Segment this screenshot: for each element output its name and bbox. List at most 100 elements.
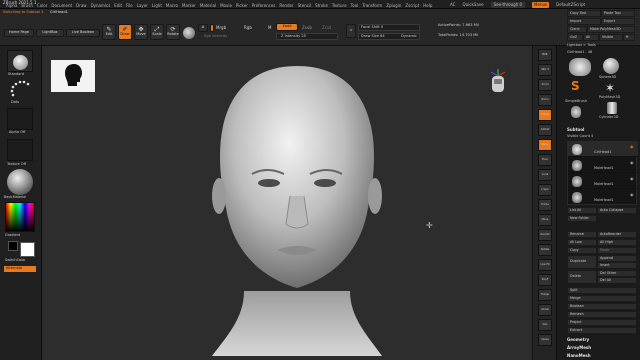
- menu-item-help[interactable]: Help: [423, 4, 432, 8]
- switch-color-button[interactable]: SwitchColor: [5, 258, 26, 263]
- shelf-button-polyf[interactable]: PolyF: [538, 274, 552, 286]
- menu-item-material[interactable]: Material: [200, 4, 216, 8]
- a-button[interactable]: A: [198, 24, 208, 32]
- shelf-button-zoom[interactable]: Zoom: [538, 94, 552, 106]
- shelf-button-zoomd[interactable]: ZoomD: [538, 229, 552, 241]
- lightbox-tools-label[interactable]: Lightbox > Tools: [567, 43, 596, 48]
- menu-item-stroke[interactable]: Stroke: [315, 4, 328, 8]
- project-menu[interactable]: Project: [567, 319, 637, 326]
- shelf-button-persp[interactable]: Persp: [538, 139, 552, 151]
- canvas-viewport[interactable]: ✛: [42, 46, 556, 360]
- color-picker[interactable]: [5, 202, 35, 232]
- split-menu[interactable]: Split: [567, 287, 637, 294]
- navigator-thumbnail[interactable]: [51, 60, 95, 92]
- rgb-intensity-slider[interactable]: Rgb Intensity: [204, 34, 227, 39]
- new-folder-button[interactable]: New Folder: [567, 215, 597, 222]
- rotate-button[interactable]: ⟳ Rotate: [166, 24, 180, 40]
- rgb-label[interactable]: Rgb: [244, 26, 252, 30]
- shelf-button-ghost[interactable]: Ghost: [538, 304, 552, 316]
- menus-button[interactable]: Menus: [532, 2, 550, 8]
- menu-item-dynamics[interactable]: Dynamics: [91, 4, 111, 8]
- duplicate-button[interactable]: Duplicate: [567, 255, 597, 269]
- draw-size-slider[interactable]: Draw Size 64 Dynamic: [358, 33, 420, 40]
- m-label[interactable]: M: [268, 26, 271, 30]
- goz-button[interactable]: GoZ: [567, 34, 583, 41]
- menu-item-preferences[interactable]: Preferences: [252, 4, 276, 8]
- eye-icon[interactable]: ◉: [630, 177, 634, 181]
- cylinder3d-tool-thumbnail[interactable]: [607, 102, 617, 114]
- shelf-button-actual[interactable]: Actual: [538, 109, 552, 121]
- eye-icon[interactable]: ◉: [630, 161, 634, 165]
- secondary-color-swatch[interactable]: [8, 241, 18, 251]
- menu-item-texture[interactable]: Texture: [332, 4, 347, 8]
- r-button[interactable]: R: [623, 34, 635, 41]
- girlhead-tool-thumbnail[interactable]: [569, 58, 591, 76]
- orientation-gizmo[interactable]: [486, 66, 510, 100]
- shelf-button-line-fill[interactable]: Line Fill: [538, 259, 552, 271]
- visible-button[interactable]: Visible: [599, 34, 623, 41]
- dynamic-toggle[interactable]: Dynamic: [401, 34, 417, 39]
- shelf-button-scroll[interactable]: Scroll: [538, 79, 552, 91]
- material-sphere-icon[interactable]: [183, 27, 195, 39]
- ac-button[interactable]: AC: [450, 3, 455, 7]
- shelf-button-xpose[interactable]: Xpose: [538, 334, 552, 346]
- shelf-button-solo[interactable]: Solo: [538, 319, 552, 331]
- zcut-button[interactable]: Zcut: [322, 26, 331, 30]
- head-model-icon[interactable]: [182, 56, 412, 360]
- menu-item-file[interactable]: File: [126, 4, 133, 8]
- eye-icon[interactable]: ◉: [630, 193, 634, 197]
- draw-button[interactable]: ✐ Draw: [118, 24, 132, 40]
- boolean-menu[interactable]: Boolean: [567, 303, 637, 310]
- all-low-button[interactable]: All Low: [567, 239, 597, 246]
- del-other-button[interactable]: Del Other: [597, 270, 637, 277]
- girlhead-small-thumbnail[interactable]: [571, 106, 581, 118]
- geometry-section[interactable]: Geometry: [567, 338, 589, 342]
- menu-item-edit[interactable]: Edit: [114, 4, 122, 8]
- shelf-button-floor[interactable]: Floor: [538, 154, 552, 166]
- lightbox-button[interactable]: LightBox: [36, 29, 64, 37]
- remesh-menu[interactable]: Remesh: [567, 311, 637, 318]
- subtool-item-malehead[interactable]: MaleHead1 ◉: [568, 174, 638, 189]
- mrgb-toggle[interactable]: [210, 24, 214, 32]
- copy-button[interactable]: Copy: [567, 247, 597, 254]
- alternate-button[interactable]: Alternate: [4, 266, 36, 272]
- texture-icon[interactable]: [7, 139, 33, 161]
- rename-button[interactable]: Rename: [567, 231, 597, 238]
- primary-color-swatch[interactable]: [20, 242, 35, 257]
- alpha-icon[interactable]: [7, 108, 33, 130]
- clone-button[interactable]: Clone: [567, 26, 587, 33]
- subtool-item-malehead[interactable]: MaleHead1 ◉: [568, 190, 638, 205]
- autoreorder-button[interactable]: AutoReorder: [597, 231, 637, 238]
- menu-item-light[interactable]: Light: [152, 4, 162, 8]
- menu-item-document[interactable]: Document: [51, 4, 72, 8]
- copy-tool-button[interactable]: Copy Tool: [567, 10, 601, 17]
- delete-button[interactable]: Delete: [567, 270, 597, 284]
- shelf-button-l-sym[interactable]: L.Sym: [538, 184, 552, 196]
- stroke-icon[interactable]: ≈: [346, 24, 356, 38]
- subtool-item-malehead[interactable]: MaleHead1 ◉: [568, 158, 638, 173]
- menu-item-zplugin[interactable]: Zplugin: [386, 4, 401, 8]
- insert-button[interactable]: Insert: [597, 262, 637, 269]
- focal-shift-slider[interactable]: Focal Shift 0: [358, 24, 420, 31]
- shelf-button-bpr[interactable]: BPR: [538, 49, 552, 61]
- shelf-button-rotate[interactable]: Rotate: [538, 244, 552, 256]
- menu-item-stencil[interactable]: Stencil: [298, 4, 312, 8]
- nanomesh-section[interactable]: NanoMesh: [567, 354, 591, 358]
- shelf-button-local[interactable]: Local: [538, 169, 552, 181]
- paste-button[interactable]: Paste: [597, 247, 637, 254]
- mrgb-label[interactable]: Mrgb: [216, 26, 226, 30]
- append-button[interactable]: Append: [597, 255, 637, 262]
- eye-icon[interactable]: ◉: [630, 145, 634, 149]
- shelf-button-move[interactable]: Move: [538, 214, 552, 226]
- menu-item-color[interactable]: Color: [37, 4, 47, 8]
- basic-material-icon[interactable]: [7, 169, 33, 195]
- subtool-item-girlhead[interactable]: GirlHead1 ◉: [568, 142, 638, 157]
- menu-item-draw[interactable]: Draw: [76, 4, 86, 8]
- auto-collapse-button[interactable]: Auto Collapse: [597, 207, 637, 214]
- menu-item-picker[interactable]: Picker: [236, 4, 248, 8]
- del-all-button[interactable]: Del All: [597, 277, 637, 284]
- move-button[interactable]: ✥ Move: [134, 24, 148, 40]
- menu-item-transform[interactable]: Transform: [362, 4, 382, 8]
- visible-count-slider[interactable]: Visible Count 4: [567, 134, 593, 139]
- simplebrush-tool-icon[interactable]: S: [571, 80, 580, 92]
